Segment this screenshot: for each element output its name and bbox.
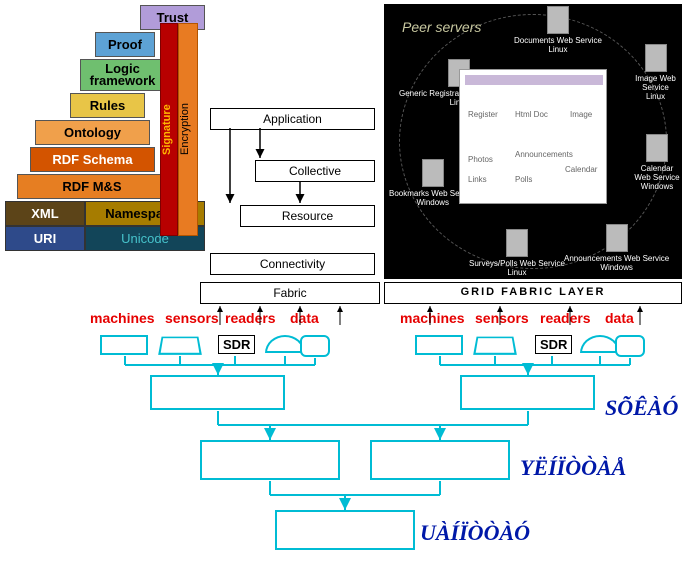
tree-shape [580, 335, 620, 353]
tree-box-l3 [200, 440, 340, 480]
tree-box-bottom [275, 510, 415, 550]
center-register: Register [468, 110, 498, 119]
server-icon [645, 44, 667, 72]
tree-box-r3 [370, 440, 510, 480]
tree-shape [473, 337, 517, 355]
node-image: Image Web ServiceLinux [629, 44, 682, 101]
red-sensors-r: sensors [475, 310, 529, 326]
layer-xml: XML [5, 201, 85, 226]
peer-title: Peer servers [402, 19, 481, 35]
layer-rdf-schema: RDF Schema [30, 147, 155, 172]
blue-label-3: UÀÍÏÒÒÀÓ [420, 520, 530, 546]
red-readers-l: readers [225, 310, 276, 326]
mid-connectivity: Connectivity [210, 253, 375, 275]
layer-rules: Rules [70, 93, 145, 118]
blue-label-1: SÕÊÀÓ [605, 395, 678, 421]
tree-shape [615, 335, 645, 357]
layer-proof: Proof [95, 32, 155, 57]
center-calendar: Calendar [565, 165, 597, 174]
tree-box-l2 [150, 375, 285, 410]
encryption-bar: Encryption [178, 23, 198, 236]
tree-box [415, 335, 463, 355]
mid-fabric: Fabric [200, 282, 380, 304]
sdr-label-l: SDR [218, 335, 255, 354]
server-icon [547, 6, 569, 34]
mid-application: Application [210, 108, 375, 130]
peer-center-doc: Register Html Doc Image Photos Announcem… [459, 69, 607, 204]
sdr-label-r: SDR [535, 335, 572, 354]
node-announcements: Announcements Web ServiceWindows [564, 224, 669, 272]
red-data-l: data [290, 310, 319, 326]
center-htmldoc: Html Doc [515, 110, 548, 119]
tree-box [100, 335, 148, 355]
center-polls: Polls [515, 175, 532, 184]
tree-shape [158, 337, 202, 355]
center-image: Image [570, 110, 592, 119]
center-links: Links [468, 175, 487, 184]
layer-logic: Logic framework [80, 59, 165, 91]
node-surveys: Surveys/Polls Web ServiceLinux [469, 229, 565, 277]
node-calendar: Calendar Web ServiceWindows [632, 134, 682, 191]
mid-resource: Resource [240, 205, 375, 227]
tree-box-r2 [460, 375, 595, 410]
layer-uri: URI [5, 226, 85, 251]
peer-servers-panel: Peer servers Documents Web ServiceLinux … [384, 4, 682, 279]
tree-shape [300, 335, 330, 357]
red-sensors-l: sensors [165, 310, 219, 326]
server-icon [606, 224, 628, 252]
red-machines-r: machines [400, 310, 465, 326]
mid-collective: Collective [255, 160, 375, 182]
signature-bar: Signature [160, 23, 178, 236]
grid-fabric-layer-label: GRID FABRIC LAYER [384, 282, 682, 304]
server-icon [646, 134, 668, 162]
tree-shape [265, 335, 305, 353]
red-readers-r: readers [540, 310, 591, 326]
layer-ontology: Ontology [35, 120, 150, 145]
blue-label-2: YËÍÏÒÒÀÅ [520, 455, 626, 481]
layer-rdf-ms: RDF M&S [17, 174, 167, 199]
red-data-r: data [605, 310, 634, 326]
server-icon [422, 159, 444, 187]
center-photos: Photos [468, 155, 493, 164]
center-announcements: Announcements [515, 150, 573, 159]
red-machines-l: machines [90, 310, 155, 326]
server-icon [506, 229, 528, 257]
node-documents: Documents Web ServiceLinux [514, 6, 602, 54]
